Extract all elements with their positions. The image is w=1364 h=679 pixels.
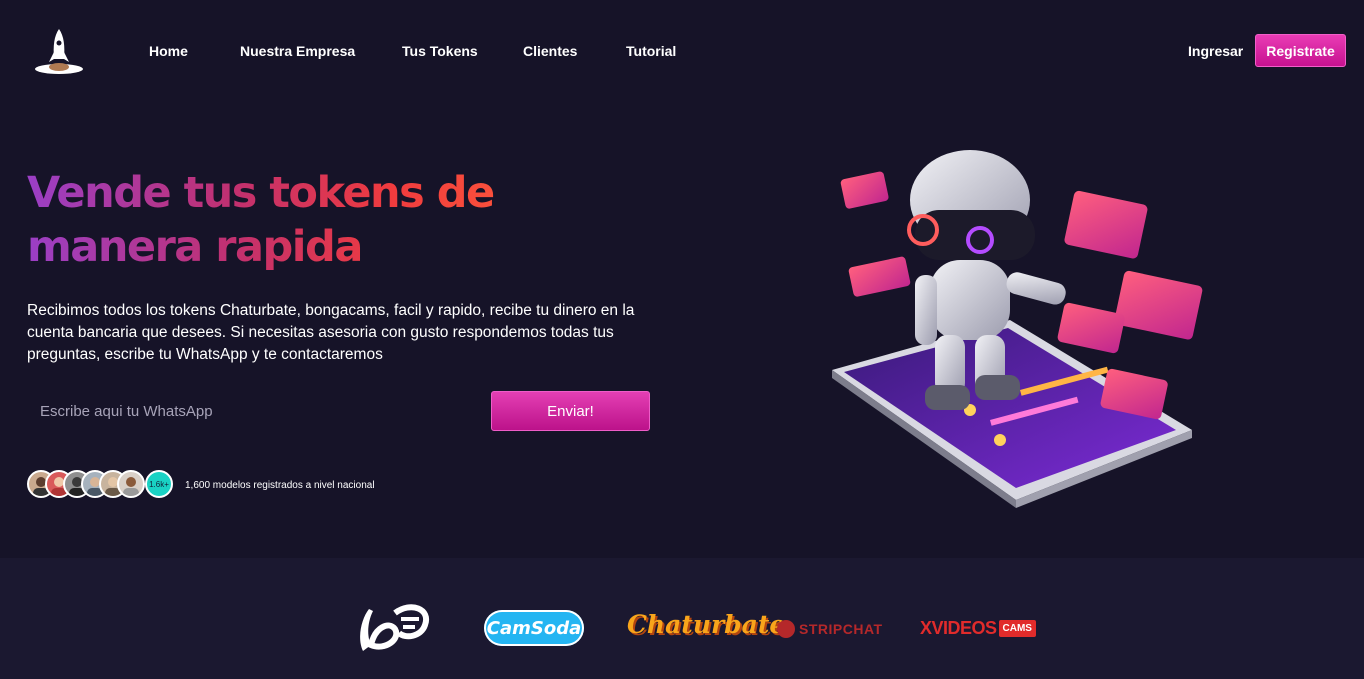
avatar [117, 470, 145, 498]
nav-home-link[interactable]: Home [149, 43, 188, 59]
chaturbate-logo: Chaturbate [627, 610, 785, 639]
xvideos-logo: XVIDEOS CAMS [920, 618, 1036, 639]
robot-phone-illustration [820, 140, 1220, 520]
chaturbate-label: Chaturbate [627, 610, 786, 639]
top-navbar: Home Nuestra Empresa Tus Tokens Clientes… [0, 0, 1364, 100]
hero-title-line2: manera rapida [27, 222, 362, 272]
rocket-logo-icon[interactable] [30, 26, 88, 76]
hero-title: Vende tus tokens de manera rapida [27, 166, 547, 274]
stripchat-icon [777, 620, 795, 638]
camsoda-logo: CamSoda [484, 610, 584, 646]
whatsapp-input[interactable] [27, 392, 457, 430]
nav-empresa-link[interactable]: Nuestra Empresa [240, 43, 355, 59]
xvideos-cams-badge: CAMS [998, 620, 1036, 637]
register-button[interactable]: Registrate [1255, 34, 1346, 67]
hero-title-line1: Vende tus tokens de [27, 168, 494, 218]
nav-clientes-link[interactable]: Clientes [523, 43, 577, 59]
partner-logos-bar: CamSoda Chaturbate STRIPCHAT XVIDEOS CAM… [0, 558, 1364, 679]
bongacams-logo-icon [355, 599, 433, 662]
send-button[interactable]: Enviar! [491, 391, 650, 431]
hero-description: Recibimos todos los tokens Chaturbate, b… [27, 302, 635, 363]
nav-tutorial-link[interactable]: Tutorial [626, 43, 676, 59]
avatar-count-badge: 1.6k+ [145, 470, 173, 498]
nav-tokens-link[interactable]: Tus Tokens [402, 43, 478, 59]
login-link[interactable]: Ingresar [1188, 43, 1243, 59]
camsoda-label: CamSoda [486, 617, 582, 639]
models-count-text: 1,600 modelos registrados a nivel nacion… [185, 480, 375, 491]
stripchat-label: STRIPCHAT [799, 621, 883, 637]
xvideos-label: XVIDEOS [920, 618, 997, 638]
stripchat-logo: STRIPCHAT [777, 620, 883, 638]
